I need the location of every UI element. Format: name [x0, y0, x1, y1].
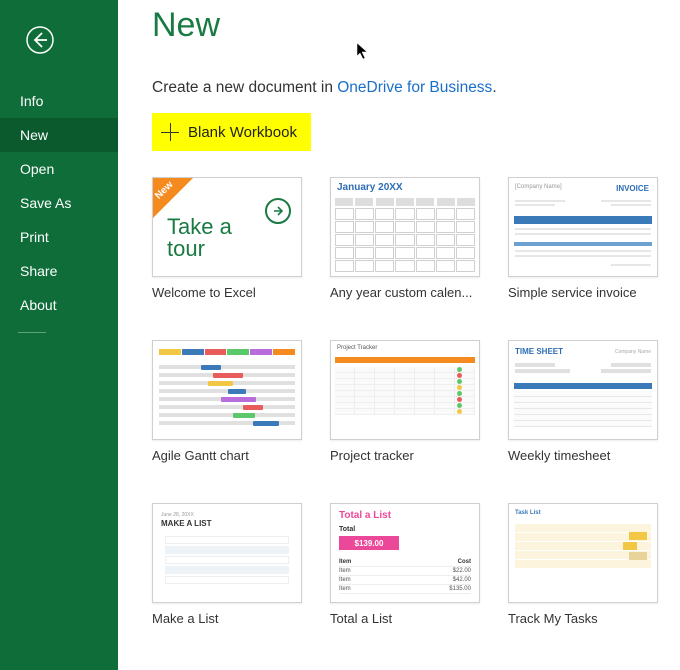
sidebar-item-share[interactable]: Share — [0, 254, 118, 288]
template-label: Agile Gantt chart — [152, 448, 302, 463]
template-project-tracker[interactable]: Project Tracker Project tracker — [330, 340, 480, 463]
onedrive-link[interactable]: OneDrive for Business — [337, 79, 492, 96]
backstage-sidebar: Info New Open Save As Print Share About — [0, 0, 118, 670]
sidebar-item-open[interactable]: Open — [0, 152, 118, 186]
plus-icon — [158, 120, 182, 144]
list-date: June 28, 20XX — [161, 512, 194, 518]
timesheet-company: Company Name — [615, 349, 651, 355]
template-thumbnail — [152, 340, 302, 440]
template-thumbnail: January 20XX — [330, 177, 480, 277]
template-label: Simple service invoice — [508, 285, 658, 300]
blank-workbook-button[interactable]: Blank Workbook — [152, 113, 311, 151]
arrow-right-icon — [265, 198, 291, 224]
new-badge: New — [153, 178, 193, 218]
template-thumbnail: Total a List Total $139.00 ItemCost Item… — [330, 503, 480, 603]
template-thumbnail: Task List — [508, 503, 658, 603]
template-welcome-to-excel[interactable]: New Take atour Welcome to Excel — [152, 177, 302, 300]
template-thumbnail: [Company Name] INVOICE — [508, 177, 658, 277]
project-tracker-title: Project Tracker — [337, 345, 377, 351]
total-label: Total — [339, 526, 355, 533]
template-track-my-tasks[interactable]: Task List Track My Tasks — [508, 503, 658, 626]
template-thumbnail: Project Tracker — [330, 340, 480, 440]
template-label: Track My Tasks — [508, 611, 658, 626]
blank-workbook-label: Blank Workbook — [188, 124, 297, 141]
template-thumbnail: June 28, 20XX MAKE A LIST — [152, 503, 302, 603]
create-prefix: Create a new document in — [152, 79, 337, 96]
create-in-onedrive-line: Create a new document in OneDrive for Bu… — [152, 79, 656, 97]
sidebar-item-print[interactable]: Print — [0, 220, 118, 254]
template-label: Make a List — [152, 611, 302, 626]
sidebar-nav: Info New Open Save As Print Share About — [0, 84, 118, 333]
template-thumbnail: TIME SHEET Company Name — [508, 340, 658, 440]
main-pane: New Create a new document in OneDrive fo… — [118, 0, 680, 670]
template-label: Welcome to Excel — [152, 285, 302, 300]
back-arrow-icon — [25, 25, 55, 55]
sidebar-separator — [18, 332, 46, 333]
sidebar-item-info[interactable]: Info — [0, 84, 118, 118]
sidebar-item-save-as[interactable]: Save As — [0, 186, 118, 220]
template-weekly-timesheet[interactable]: TIME SHEET Company Name Weekly timesheet — [508, 340, 658, 463]
total-list-title: Total a List — [339, 510, 391, 521]
list-title: MAKE A LIST — [161, 519, 212, 528]
template-grid: New Take atour Welcome to Excel January … — [152, 177, 656, 626]
template-label: Weekly timesheet — [508, 448, 658, 463]
tasks-title: Task List — [515, 510, 541, 516]
sidebar-item-about[interactable]: About — [0, 288, 118, 322]
template-label: Any year custom calen... — [330, 285, 480, 300]
back-button[interactable] — [18, 18, 62, 62]
invoice-title: INVOICE — [616, 184, 649, 193]
template-label: Project tracker — [330, 448, 480, 463]
calendar-month-title: January 20XX — [337, 182, 403, 193]
sidebar-item-new[interactable]: New — [0, 118, 118, 152]
template-agile-gantt-chart[interactable]: Agile Gantt chart — [152, 340, 302, 463]
template-simple-service-invoice[interactable]: [Company Name] INVOICE Simple service in… — [508, 177, 658, 300]
page-title: New — [152, 6, 656, 45]
template-label: Total a List — [330, 611, 480, 626]
timesheet-title: TIME SHEET — [515, 347, 563, 356]
template-thumbnail: New Take atour — [152, 177, 302, 277]
template-make-a-list[interactable]: June 28, 20XX MAKE A LIST Make a List — [152, 503, 302, 626]
invoice-company: [Company Name] — [515, 184, 562, 190]
total-value: $139.00 — [339, 536, 399, 550]
create-suffix: . — [492, 79, 496, 96]
tour-text: Take atour — [167, 216, 232, 260]
template-total-a-list[interactable]: Total a List Total $139.00 ItemCost Item… — [330, 503, 480, 626]
template-any-year-calendar[interactable]: January 20XX Any year custom calen... — [330, 177, 480, 300]
